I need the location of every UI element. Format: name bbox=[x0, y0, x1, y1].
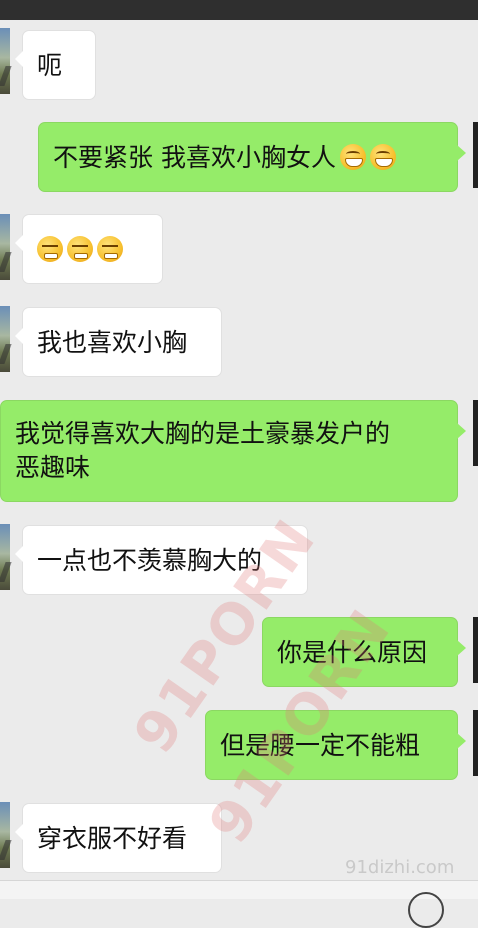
sweat-smile-icon bbox=[67, 236, 93, 262]
contact-avatar[interactable] bbox=[0, 306, 10, 372]
message-text: 我也喜欢小胸 bbox=[37, 328, 188, 357]
message-bubble[interactable] bbox=[15, 214, 163, 284]
message-text: 但是腰一定不能粗 bbox=[220, 731, 421, 760]
input-bar bbox=[0, 880, 478, 899]
my-avatar[interactable] bbox=[473, 617, 478, 683]
contact-avatar[interactable] bbox=[0, 802, 10, 868]
message-bubble[interactable]: 一点也不羡慕胸大的 bbox=[15, 525, 308, 595]
message-text: 呃 bbox=[37, 51, 63, 80]
voice-button[interactable] bbox=[408, 892, 444, 928]
my-avatar[interactable] bbox=[473, 122, 478, 188]
message-bubble[interactable]: 你是什么原因 bbox=[262, 617, 466, 687]
message-text: 你是什么原因 bbox=[277, 638, 428, 667]
message-text: 穿衣服不好看 bbox=[37, 824, 188, 853]
message-bubble[interactable]: 不要紧张 我喜欢小胸女人 bbox=[38, 122, 466, 192]
contact-avatar[interactable] bbox=[0, 214, 10, 280]
message-text-line-1: 我觉得喜欢大胸的是土豪暴发户的 bbox=[15, 419, 391, 448]
sweat-smile-icon bbox=[97, 236, 123, 262]
my-avatar[interactable] bbox=[473, 400, 478, 466]
watermark-site: 91dizhi.com bbox=[345, 857, 455, 878]
status-bar bbox=[0, 0, 478, 20]
message-text: 一点也不羡慕胸大的 bbox=[37, 546, 263, 575]
grinning-face-icon bbox=[339, 144, 366, 170]
message-text-line-2: 恶趣味 bbox=[15, 453, 91, 482]
contact-avatar[interactable] bbox=[0, 28, 10, 94]
contact-avatar[interactable] bbox=[0, 524, 10, 590]
sweat-smile-icon bbox=[37, 236, 63, 262]
message-bubble[interactable]: 穿衣服不好看 bbox=[15, 803, 222, 873]
message-text: 不要紧张 我喜欢小胸女人 bbox=[53, 143, 336, 172]
message-bubble[interactable]: 我觉得喜欢大胸的是土豪暴发户的 恶趣味 bbox=[0, 400, 466, 502]
my-avatar[interactable] bbox=[473, 710, 478, 776]
message-bubble[interactable]: 但是腰一定不能粗 bbox=[205, 710, 466, 780]
message-bubble[interactable]: 呃 bbox=[15, 30, 96, 100]
message-bubble[interactable]: 我也喜欢小胸 bbox=[15, 307, 222, 377]
grinning-face-icon bbox=[369, 144, 396, 170]
